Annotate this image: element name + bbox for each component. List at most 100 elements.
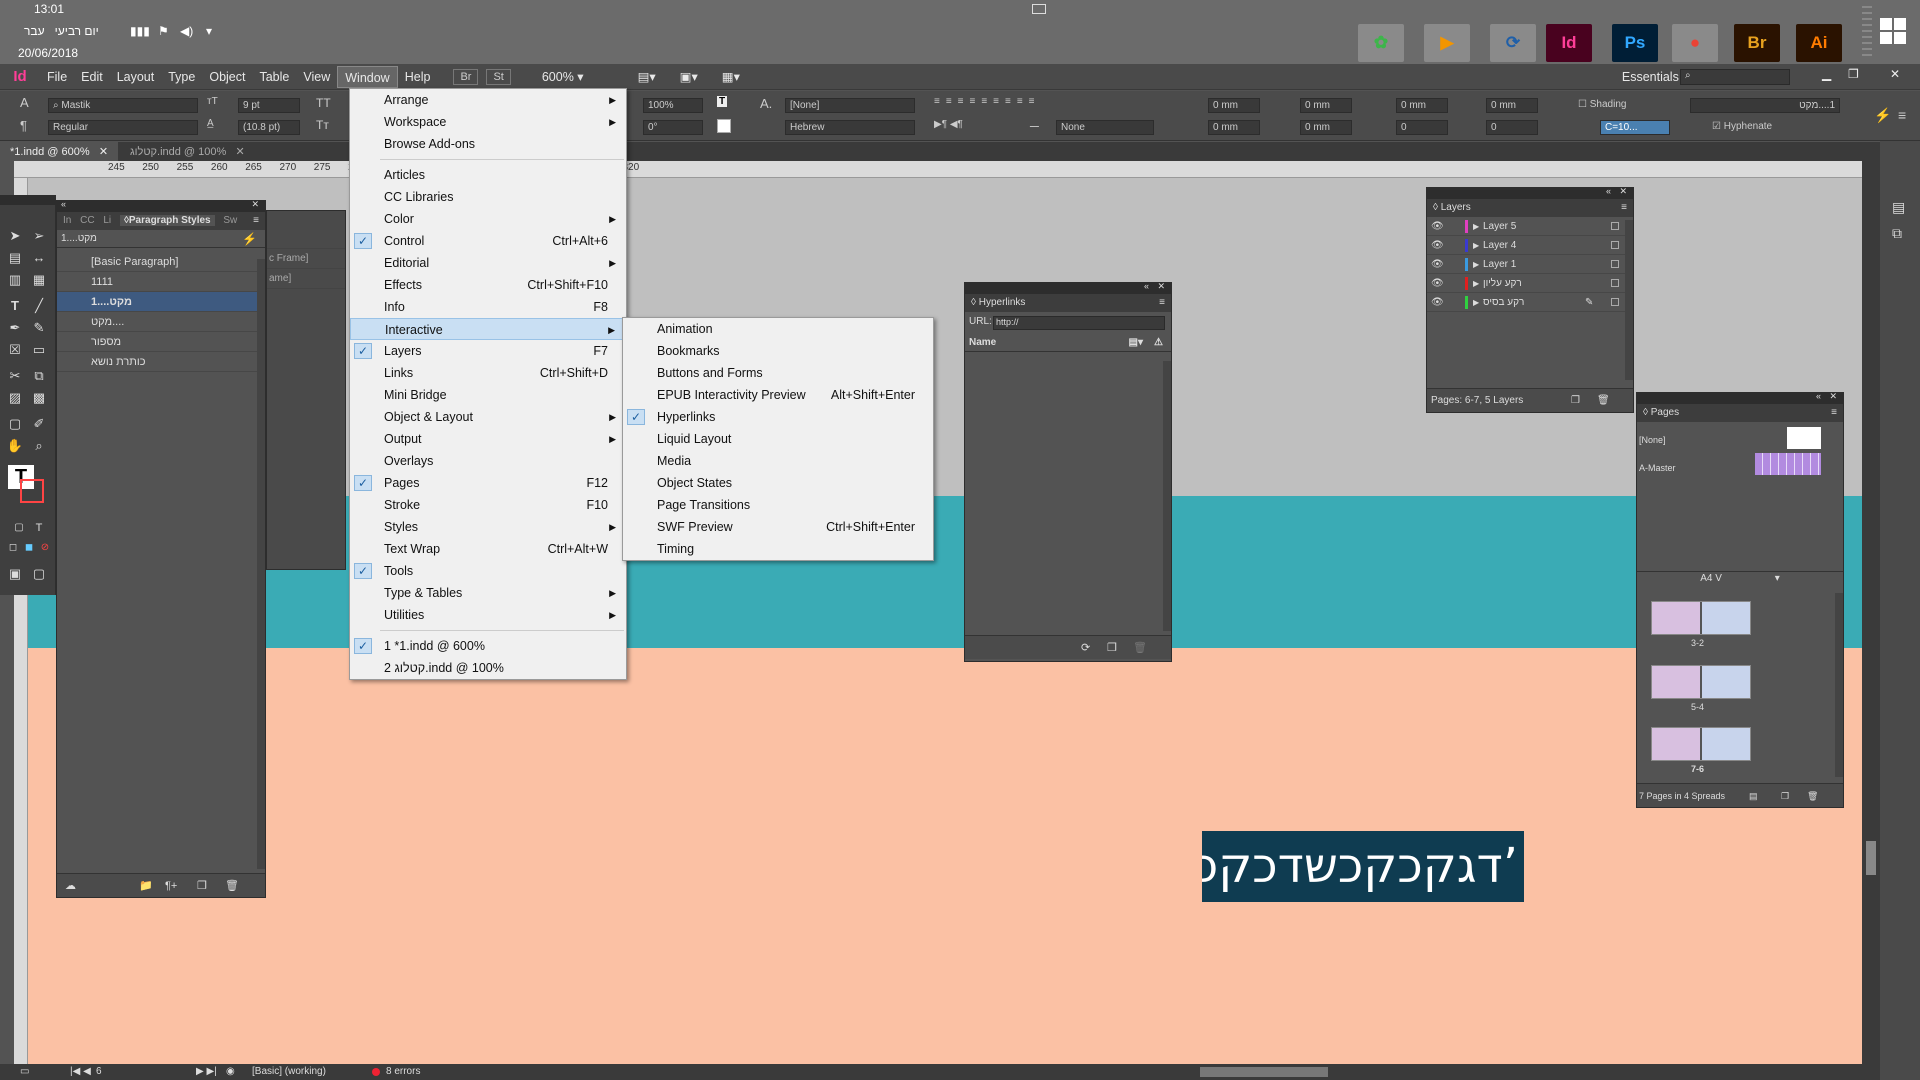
menu-item-liquid-layout[interactable]: Liquid Layout: [623, 428, 933, 450]
eye-icon[interactable]: 👁: [1431, 217, 1444, 236]
refresh-icon[interactable]: ⟳: [1081, 636, 1090, 660]
panel-close-icon[interactable]: ✕: [1619, 186, 1627, 197]
next-page-icon[interactable]: ▶ ▶|: [196, 1066, 217, 1077]
view-options-icon[interactable]: ▤▾: [631, 66, 663, 88]
sort-icon[interactable]: ▤▾: [1129, 334, 1143, 352]
taskbar-app-illustrator-icon[interactable]: Ai: [1796, 24, 1842, 62]
eye-icon[interactable]: 👁: [1431, 293, 1444, 312]
menu-item-media[interactable]: Media: [623, 450, 933, 472]
note-tool-icon[interactable]: ▢: [6, 415, 24, 433]
zoom-tool-icon[interactable]: ⌕: [30, 437, 48, 455]
panel-menu-icon[interactable]: ≡: [253, 212, 259, 230]
taskbar-app-player-icon[interactable]: ▶: [1424, 24, 1470, 62]
dock-panel-icon-2[interactable]: ⧉: [1892, 225, 1902, 242]
windows-start-icon[interactable]: [1880, 18, 1906, 44]
master-none[interactable]: [None]: [1639, 435, 1666, 445]
menu-file[interactable]: File: [40, 66, 74, 88]
panel-close-icon[interactable]: ✕: [1829, 391, 1837, 402]
peach-background-shape[interactable]: [14, 648, 1862, 1064]
menu-item-hyperlinks[interactable]: ✓ Hyperlinks: [623, 406, 933, 428]
menu-item-object-states[interactable]: Object States: [623, 472, 933, 494]
menu-item-2-indd-100[interactable]: 2 קטלוג.indd @ 100%: [350, 657, 626, 679]
menu-table[interactable]: Table: [252, 66, 296, 88]
menu-item-effects[interactable]: Effects Ctrl+Shift+F10: [350, 274, 626, 296]
taskbar-app-chrome-icon[interactable]: ●: [1672, 24, 1718, 62]
delete-page-icon[interactable]: 🗑: [1807, 784, 1818, 808]
page-tool-icon[interactable]: ▤: [6, 249, 24, 267]
all-caps-button[interactable]: TT: [316, 96, 331, 110]
lightning-icon[interactable]: ⚡: [242, 230, 257, 248]
menu-item-editorial[interactable]: Editorial ▶: [350, 252, 626, 274]
menu-layout[interactable]: Layout: [110, 66, 162, 88]
zoom-dropdown[interactable]: 600% ▾: [535, 66, 591, 88]
tab-swatches[interactable]: Sw: [223, 215, 237, 226]
menu-item-layers[interactable]: ✓ Layers F7: [350, 340, 626, 362]
menu-item-links[interactable]: Links Ctrl+Shift+D: [350, 362, 626, 384]
tab-info[interactable]: In: [63, 215, 71, 226]
screen-mode-icon[interactable]: ▣▾: [673, 66, 705, 88]
menu-help[interactable]: Help: [398, 66, 438, 88]
menu-item-cc-libraries[interactable]: CC Libraries: [350, 186, 626, 208]
panel-menu-icon[interactable]: ≡: [1831, 404, 1837, 422]
tab-cc[interactable]: CC: [80, 215, 94, 226]
page-size-dropdown[interactable]: A4 V ▾: [1637, 571, 1843, 585]
space-after-field[interactable]: 0 mm: [1486, 98, 1538, 113]
stroke-none-icon[interactable]: [717, 119, 731, 133]
menu-item-articles[interactable]: Articles: [350, 164, 626, 186]
menu-item-utilities[interactable]: Utilities ▶: [350, 604, 626, 626]
spread-thumbnail[interactable]: [1651, 727, 1751, 761]
paragraph-style-field[interactable]: 1....מקט: [1690, 98, 1840, 113]
keyboard-icon[interactable]: [1032, 4, 1046, 14]
pages-scrollbar[interactable]: [1835, 593, 1843, 777]
menu-item-info[interactable]: Info F8: [350, 296, 626, 318]
eyedropper-tool-icon[interactable]: ✐: [30, 415, 48, 433]
tab-document-1[interactable]: *1.indd @ 600% ✕: [0, 142, 119, 162]
a-master-label[interactable]: A-Master: [1639, 463, 1676, 473]
hyphenate-checkbox[interactable]: ☑ Hyphenate: [1712, 121, 1772, 132]
menu-item-tools[interactable]: ✓ Tools: [350, 560, 626, 582]
delete-hyperlink-icon[interactable]: 🗑: [1133, 636, 1147, 660]
volume-icon[interactable]: ◀): [180, 24, 193, 38]
menu-view[interactable]: View: [296, 66, 337, 88]
preflight-profile[interactable]: [Basic] (working): [252, 1066, 326, 1077]
layer-row[interactable]: 👁 ▶ Layer 5: [1427, 217, 1633, 236]
layer-target-icon[interactable]: [1611, 241, 1619, 249]
layer-target-icon[interactable]: [1611, 222, 1619, 230]
menu-item-pages[interactable]: ✓ Pages F12: [350, 472, 626, 494]
gradient-feather-tool-icon[interactable]: ▩: [30, 389, 48, 407]
hyperlinks-scrollbar[interactable]: [1163, 361, 1171, 631]
expand-icon[interactable]: ▶: [1473, 293, 1479, 312]
horizontal-scroll-thumb[interactable]: [1200, 1067, 1328, 1077]
panel-menu-icon[interactable]: ≡: [1898, 107, 1906, 123]
drop-cap-chars-field[interactable]: 0: [1486, 120, 1538, 135]
edit-page-size-icon[interactable]: ▤: [1749, 784, 1758, 808]
character-mode-icon[interactable]: A: [20, 95, 29, 110]
layer-target-icon[interactable]: [1611, 279, 1619, 287]
space-before-field[interactable]: 0 mm: [1396, 98, 1448, 113]
master-none-thumb[interactable]: [1787, 427, 1821, 449]
tab-paragraph-styles[interactable]: ◊Paragraph Styles: [119, 215, 215, 226]
bridge-button[interactable]: Br: [453, 68, 479, 85]
name-column-header[interactable]: Name: [969, 337, 996, 348]
panel-collapse-icon[interactable]: «: [1144, 281, 1149, 291]
search-field[interactable]: ⌕: [1680, 69, 1790, 85]
layer-row[interactable]: 👁 ▶ Layer 1: [1427, 255, 1633, 274]
panel-menu-icon[interactable]: ≡: [1621, 199, 1627, 217]
free-transform-tool-icon[interactable]: ⧉: [30, 367, 48, 385]
direct-selection-tool-icon[interactable]: ➢: [30, 227, 48, 245]
pages-title[interactable]: ◊ Pages: [1643, 407, 1679, 418]
menu-item-browse-add-ons[interactable]: Browse Add-ons: [350, 133, 626, 155]
layers-title[interactable]: ◊ Layers: [1433, 202, 1471, 213]
language-field[interactable]: Hebrew: [785, 120, 915, 135]
font-style-field[interactable]: Regular: [48, 120, 198, 135]
paragraph-mode-icon[interactable]: ¶: [20, 118, 27, 133]
menu-item-stroke[interactable]: Stroke F10: [350, 494, 626, 516]
preflight-icon[interactable]: ◉: [226, 1066, 235, 1077]
menu-item-control[interactable]: ✓ Control Ctrl+Alt+6: [350, 230, 626, 252]
errors-count[interactable]: 8 errors: [386, 1066, 420, 1077]
flag-icon[interactable]: ⚑: [158, 24, 169, 38]
vertical-scrollbar[interactable]: [1862, 161, 1880, 1064]
scissors-tool-icon[interactable]: ✂: [6, 367, 24, 385]
menu-item-styles[interactable]: Styles ▶: [350, 516, 626, 538]
selection-tool-icon[interactable]: ➤: [6, 227, 24, 245]
